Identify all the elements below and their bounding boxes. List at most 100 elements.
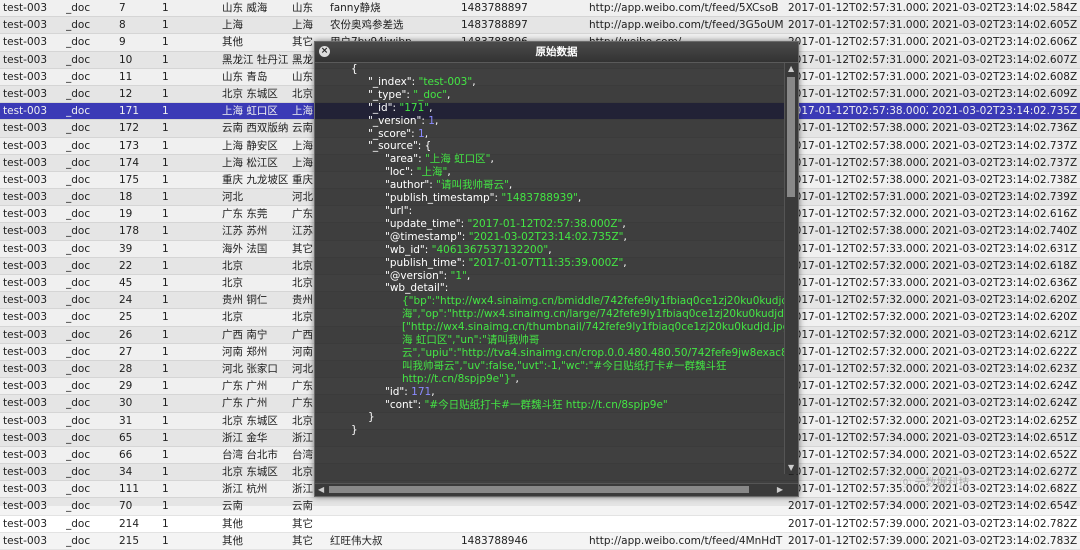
cell-index: test-003 <box>3 517 47 530</box>
json-token: "_score" <box>368 127 412 140</box>
json-token: "_type" <box>368 88 407 101</box>
vertical-scrollbar[interactable]: ▲ ▼ <box>784 63 798 474</box>
json-token: "publish_timestamp" <box>385 192 495 205</box>
json-token: , <box>447 166 451 179</box>
json-token: , <box>577 192 582 205</box>
close-icon[interactable]: × <box>319 46 330 57</box>
json-token: "update_time" <box>385 217 461 230</box>
cell-score: 1 <box>162 517 169 530</box>
json-token: , <box>508 179 513 192</box>
json-token: { <box>351 63 358 75</box>
json-token: : <box>408 204 413 217</box>
json-token: 171 <box>411 385 432 398</box>
scroll-down-icon[interactable]: ▼ <box>788 462 794 474</box>
json-line: "_version": 1, <box>315 115 785 128</box>
json-token: 云","upiu":"http://tva4.sinaimg.cn/crop.0… <box>402 346 785 359</box>
json-line: "wb_detail": <box>315 282 785 295</box>
cell-loc: 其它 <box>292 517 313 530</box>
json-token: 叫我帅哥云","uv":false,"uvt":-1,"wc":"#今日贴纸打卡… <box>402 359 727 372</box>
json-token: "wb_id" <box>385 243 425 256</box>
json-token: , <box>622 217 626 230</box>
json-token: "上海" <box>416 166 448 179</box>
cell-type: _doc <box>66 517 91 530</box>
cell-loc: 其它 <box>292 534 313 547</box>
json-token: : <box>461 230 469 243</box>
json-token: 1 <box>428 114 435 127</box>
json-line: "wb_id": "4061367537132200", <box>315 244 785 257</box>
json-token: "wb_detail" <box>385 282 445 295</box>
json-token: : { <box>417 140 432 153</box>
json-token: "1483788939" <box>501 192 578 205</box>
json-token: , <box>490 153 494 166</box>
json-token: "cont" <box>385 398 418 411</box>
json-token: , <box>431 385 435 398</box>
json-line: "@version": "1", <box>315 270 785 283</box>
scroll-left-icon[interactable]: ◀ <box>318 484 324 496</box>
json-line: 海","op":"http://wx4.sinaimg.cn/large/742… <box>315 308 785 321</box>
scroll-up-icon[interactable]: ▲ <box>788 63 794 75</box>
json-token: "2017-01-07T11:35:39.000Z" <box>468 256 624 269</box>
json-line: "_source": { <box>315 140 785 153</box>
json-line: 云","upiu":"http://tva4.sinaimg.cn/crop.0… <box>315 347 785 360</box>
json-line: "loc": "上海", <box>315 166 785 179</box>
table-row[interactable]: test-003 _doc 214 1 其他 其它 2017-01-12T02:57:39.… <box>0 516 1080 533</box>
json-token: "4061367537132200" <box>431 243 549 256</box>
json-token: "_id" <box>368 101 393 114</box>
json-token: "请叫我帅哥云" <box>436 179 509 192</box>
json-token: , <box>548 243 552 256</box>
json-line: "publish_timestamp": "1483788939", <box>315 192 785 205</box>
json-line: } <box>315 411 785 424</box>
scroll-thumb[interactable] <box>787 77 795 197</box>
json-line: "@timestamp": "2021-03-02T23:14:02.735Z"… <box>315 231 785 244</box>
json-token: "@timestamp" <box>385 230 462 243</box>
cell-author: 红旺伟大叔 <box>330 534 383 547</box>
json-line: "author": "请叫我帅哥云", <box>315 179 785 192</box>
json-line: {"bp":"http://wx4.sinaimg.cn/bmiddle/742… <box>315 295 785 308</box>
json-line: "url": <box>315 205 785 218</box>
json-token: "publish_time" <box>385 256 462 269</box>
json-line: ["http://wx4.sinaimg.cn/thumbnail/742fef… <box>315 321 785 334</box>
json-line: "_id": "171", <box>315 102 785 115</box>
json-token: , <box>623 256 627 269</box>
json-token: 海 虹口区","un":"请叫我帅哥 <box>402 334 540 347</box>
json-token: "_doc" <box>413 88 448 101</box>
json-token: : <box>418 153 425 166</box>
json-token: "author" <box>385 179 430 192</box>
json-token: "area" <box>385 153 419 166</box>
horizontal-scrollbar[interactable]: ◀ ▶ <box>315 483 798 496</box>
raw-data-dialog: × 原始数据 {"_index": "test-003", "_type": "_… <box>314 41 799 497</box>
json-token: : <box>460 217 468 230</box>
json-line: 海 虹口区","un":"请叫我帅哥 <box>315 334 785 347</box>
cell-score: 1 <box>162 534 169 547</box>
json-token: {"bp":"http://wx4.sinaimg.cn/bmiddle/742… <box>402 295 785 308</box>
dialog-title: 原始数据 <box>535 46 578 58</box>
cell-type: _doc <box>66 534 91 547</box>
json-token: : <box>443 269 451 282</box>
cell-id: 215 <box>119 534 140 547</box>
json-token: , <box>466 269 471 282</box>
json-token: 海","op":"http://wx4.sinaimg.cn/large/742… <box>402 308 785 321</box>
json-token: : <box>409 166 417 179</box>
json-token: "2017-01-12T02:57:38.000Z" <box>467 217 623 230</box>
cell-ts: 1483788946 <box>461 534 528 547</box>
json-token: "test-003" <box>418 75 473 88</box>
scroll-right-icon[interactable]: ▶ <box>777 484 783 496</box>
json-token: "id" <box>385 385 405 398</box>
json-token: : <box>417 398 425 411</box>
cell-at: 2021-03-02T23:14:02.782Z <box>932 517 1078 530</box>
json-token: "_source" <box>368 140 418 153</box>
json-token: "1" <box>450 269 467 282</box>
cell-url: http://app.weibo.com/t/feed/4MnHdT <box>589 534 783 547</box>
json-token: "_version" <box>368 114 422 127</box>
json-token: ["http://wx4.sinaimg.cn/thumbnail/742fef… <box>402 321 785 334</box>
json-token: , <box>472 75 476 88</box>
json-token: } <box>368 411 375 424</box>
json-line: "cont": "#今日贴纸打卡#一群魏斗狂 http://t.cn/8spjp… <box>315 399 785 412</box>
json-token: "171" <box>399 101 430 114</box>
table-row[interactable]: test-003 _doc 215 1 其他 其它 红旺伟大叔 1483788946 http:… <box>0 532 1080 550</box>
json-token: , <box>429 101 433 114</box>
json-token: , <box>434 114 439 127</box>
json-line: "area": "上海 虹口区", <box>315 153 785 166</box>
json-token: : <box>444 282 449 295</box>
scroll-thumb[interactable] <box>329 486 749 493</box>
